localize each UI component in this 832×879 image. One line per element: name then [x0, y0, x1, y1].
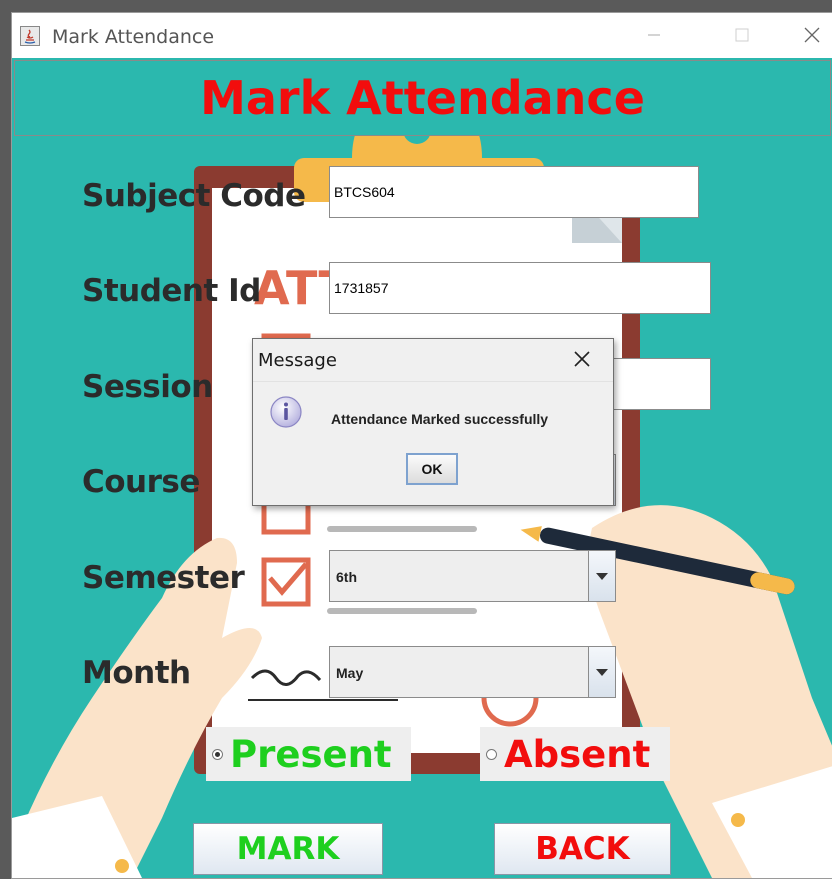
month-dropdown[interactable]: May [329, 646, 616, 698]
mark-button[interactable]: MARK [193, 823, 383, 875]
page-title: Mark Attendance [200, 71, 645, 125]
semester-label: Semester [82, 560, 245, 596]
maximize-icon[interactable] [724, 19, 760, 51]
subject-code-label: Subject Code [82, 178, 306, 214]
present-radio-dot[interactable] [212, 749, 223, 760]
ok-button[interactable]: OK [406, 453, 458, 485]
minimize-icon[interactable] [636, 19, 672, 51]
message-dialog: Message Attendance Marked successfully O… [252, 338, 614, 506]
month-value: May [336, 665, 364, 681]
session-label: Session [82, 369, 213, 405]
semester-dropdown[interactable]: 6th [329, 550, 616, 602]
title-bar: Mark Attendance [12, 13, 832, 57]
window-title: Mark Attendance [52, 26, 215, 48]
present-radio-label: Present [230, 733, 392, 776]
java-app-icon [20, 26, 40, 46]
present-radio[interactable]: Present [206, 727, 411, 781]
dialog-message: Attendance Marked successfully [331, 411, 549, 427]
absent-radio-dot[interactable] [486, 749, 497, 760]
course-label: Course [82, 464, 200, 500]
dialog-title: Message [258, 350, 337, 371]
absent-radio[interactable]: Absent [480, 727, 670, 781]
chevron-down-icon[interactable] [588, 551, 615, 601]
info-icon [270, 396, 302, 428]
close-icon[interactable] [569, 347, 595, 371]
close-icon[interactable] [794, 19, 830, 51]
month-label: Month [82, 655, 191, 691]
semester-value: 6th [336, 569, 357, 585]
chevron-down-icon[interactable] [588, 647, 615, 697]
student-id-input[interactable]: 1731857 [329, 262, 711, 314]
back-button[interactable]: BACK [494, 823, 671, 875]
absent-radio-label: Absent [504, 733, 651, 776]
header-bar: Mark Attendance [14, 60, 831, 136]
subject-code-input[interactable]: BTCS604 [329, 166, 699, 218]
student-id-label: Student Id [82, 273, 261, 309]
